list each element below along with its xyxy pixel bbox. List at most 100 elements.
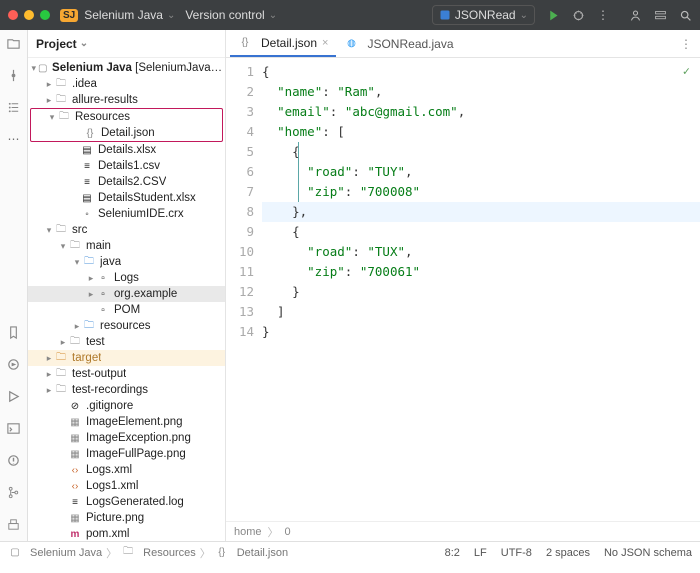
- image-file-icon: ▦: [68, 415, 82, 429]
- xlsx-file-icon: ▤: [80, 191, 94, 205]
- tree-file-pom-xml[interactable]: mpom.xml: [28, 526, 225, 541]
- structure-tool-button[interactable]: [6, 100, 21, 118]
- tree-file-gitignore[interactable]: ⊘.gitignore: [28, 398, 225, 414]
- tree-folder-src[interactable]: 🗀src: [28, 222, 225, 238]
- tree-file-image-element[interactable]: ▦ImageElement.png: [28, 414, 225, 430]
- image-file-icon: ▦: [68, 447, 82, 461]
- tree-file-logs-xml[interactable]: ‹›Logs.xml: [28, 462, 225, 478]
- folder-icon: 🗀: [68, 239, 82, 253]
- folder-icon: 🗀: [57, 110, 71, 124]
- tree-folder-idea[interactable]: 🗀.idea: [28, 76, 225, 92]
- commit-tool-button[interactable]: [6, 68, 21, 86]
- line-gutter: 1234567891011121314: [226, 58, 262, 521]
- ide-settings-button[interactable]: [654, 9, 667, 22]
- tree-package-org-example[interactable]: ▫org.example: [28, 286, 225, 302]
- module-icon: ▢: [8, 546, 22, 560]
- tree-folder-test-output[interactable]: 🗀test-output: [28, 366, 225, 382]
- tree-folder-resources[interactable]: 🗀Resources: [31, 109, 222, 125]
- csv-file-icon: ≡: [80, 175, 94, 189]
- tree-package-logs[interactable]: ▫Logs: [28, 270, 225, 286]
- crumb-project[interactable]: Selenium Java: [30, 547, 102, 559]
- line-separator[interactable]: LF: [474, 547, 487, 559]
- tree-folder-test[interactable]: 🗀test: [28, 334, 225, 350]
- more-tools-button[interactable]: ⋯: [8, 132, 20, 146]
- run-config-label: JSONRead: [455, 8, 516, 22]
- terminal-tool-button[interactable]: [6, 421, 21, 439]
- editor-breadcrumb[interactable]: home 〉 0: [226, 521, 700, 541]
- tree-folder-main[interactable]: 🗀main: [28, 238, 225, 254]
- tree-file-picture[interactable]: ▦Picture.png: [28, 510, 225, 526]
- debug-button[interactable]: [572, 9, 585, 22]
- folder-icon: 🗀: [54, 383, 68, 397]
- folder-icon: 🗀: [54, 93, 68, 107]
- tree-file-details-student[interactable]: ▤DetailsStudent.xlsx: [28, 190, 225, 206]
- project-panel-header[interactable]: Project ⌄: [28, 30, 225, 58]
- code-content[interactable]: { "name": "Ram", "email": "abc@gmail.com…: [262, 58, 700, 521]
- run-button[interactable]: [547, 9, 560, 22]
- xlsx-file-icon: ▤: [80, 143, 94, 157]
- tree-folder-test-recordings[interactable]: 🗀test-recordings: [28, 382, 225, 398]
- run-config-selector[interactable]: JSONRead: [432, 5, 535, 25]
- tree-folder-resources2[interactable]: 🗀resources: [28, 318, 225, 334]
- package-icon: ▫: [96, 287, 110, 301]
- account-button[interactable]: [629, 9, 642, 22]
- json-file-icon: {}: [83, 126, 97, 140]
- vcs-label: Version control: [185, 8, 264, 22]
- file-encoding[interactable]: UTF-8: [501, 547, 532, 559]
- crumb-file[interactable]: Detail.json: [237, 547, 288, 559]
- tree-folder-java[interactable]: 🗀java: [28, 254, 225, 270]
- project-tree[interactable]: ▢Selenium Java [SeleniumJava]~/IdeaProj……: [28, 58, 225, 541]
- tree-file-selenium-ide[interactable]: ◦SeleniumIDE.crx: [28, 206, 225, 222]
- problems-tool-button[interactable]: [6, 453, 21, 471]
- window-controls: [8, 10, 50, 20]
- tree-file-logs-generated[interactable]: ≡LogsGenerated.log: [28, 494, 225, 510]
- maven-file-icon: m: [68, 527, 82, 541]
- tree-folder-allure[interactable]: 🗀allure-results: [28, 92, 225, 108]
- folder-icon: 🗀: [54, 223, 68, 237]
- more-actions-button[interactable]: ⋮: [597, 8, 609, 22]
- close-tab-button[interactable]: ×: [322, 37, 328, 49]
- tree-file-logs1-xml[interactable]: ‹›Logs1.xml: [28, 478, 225, 494]
- xml-file-icon: ‹›: [68, 463, 82, 477]
- close-window-button[interactable]: [8, 10, 18, 20]
- tree-file-details-xlsx[interactable]: ▤Details.xlsx: [28, 142, 225, 158]
- image-file-icon: ▦: [68, 431, 82, 445]
- vcs-tool-button[interactable]: [6, 485, 21, 503]
- text-file-icon: ≡: [68, 495, 82, 509]
- tab-jsonread-java[interactable]: ◍ JSONRead.java: [336, 30, 461, 57]
- project-name-label: Selenium Java: [84, 8, 163, 22]
- caret-position[interactable]: 8:2: [445, 547, 460, 559]
- tree-file-image-exception[interactable]: ▦ImageException.png: [28, 430, 225, 446]
- json-file-icon: {}: [238, 36, 252, 50]
- tree-folder-target[interactable]: 🗀target: [28, 350, 225, 366]
- tabs-more-button[interactable]: ⋮: [680, 37, 692, 51]
- code-editor[interactable]: ✓ 1234567891011121314 { "name": "Ram", "…: [226, 58, 700, 521]
- file-path-breadcrumb[interactable]: ▢ Selenium Java 〉 🗀 Resources 〉 {} Detai…: [8, 545, 288, 561]
- build-tool-button[interactable]: [6, 517, 21, 535]
- tree-file-image-fullpage[interactable]: ▦ImageFullPage.png: [28, 446, 225, 462]
- tab-detail-json[interactable]: {} Detail.json ×: [230, 30, 336, 57]
- project-tool-button[interactable]: [6, 36, 21, 54]
- json-schema-status[interactable]: No JSON schema: [604, 547, 692, 559]
- chevron-right-icon: 〉: [268, 524, 279, 540]
- run-tool-button[interactable]: [6, 389, 21, 407]
- crumb-folder[interactable]: Resources: [143, 547, 196, 559]
- vcs-menu[interactable]: Version control: [185, 8, 277, 22]
- tree-file-details2-csv[interactable]: ≡Details2.CSV: [28, 174, 225, 190]
- folder-icon: 🗀: [68, 335, 82, 349]
- tree-file-detail-json[interactable]: {}Detail.json: [31, 125, 222, 141]
- minimize-window-button[interactable]: [24, 10, 34, 20]
- tree-file-details1-csv[interactable]: ≡Details1.csv: [28, 158, 225, 174]
- bookmarks-tool-button[interactable]: [6, 325, 21, 343]
- tree-root[interactable]: ▢Selenium Java [SeleniumJava]~/IdeaProj…: [28, 60, 225, 76]
- services-tool-button[interactable]: [6, 357, 21, 375]
- indent-setting[interactable]: 2 spaces: [546, 547, 590, 559]
- crumb-home[interactable]: home: [234, 526, 262, 538]
- crumb-index[interactable]: 0: [285, 526, 291, 538]
- project-panel-title: Project: [36, 37, 77, 51]
- tree-package-pom[interactable]: ▫POM: [28, 302, 225, 318]
- search-everywhere-button[interactable]: [679, 9, 692, 22]
- editor-panel: {} Detail.json × ◍ JSONRead.java ⋮ ✓ 123…: [226, 30, 700, 541]
- maximize-window-button[interactable]: [40, 10, 50, 20]
- project-selector[interactable]: Selenium Java: [84, 8, 175, 22]
